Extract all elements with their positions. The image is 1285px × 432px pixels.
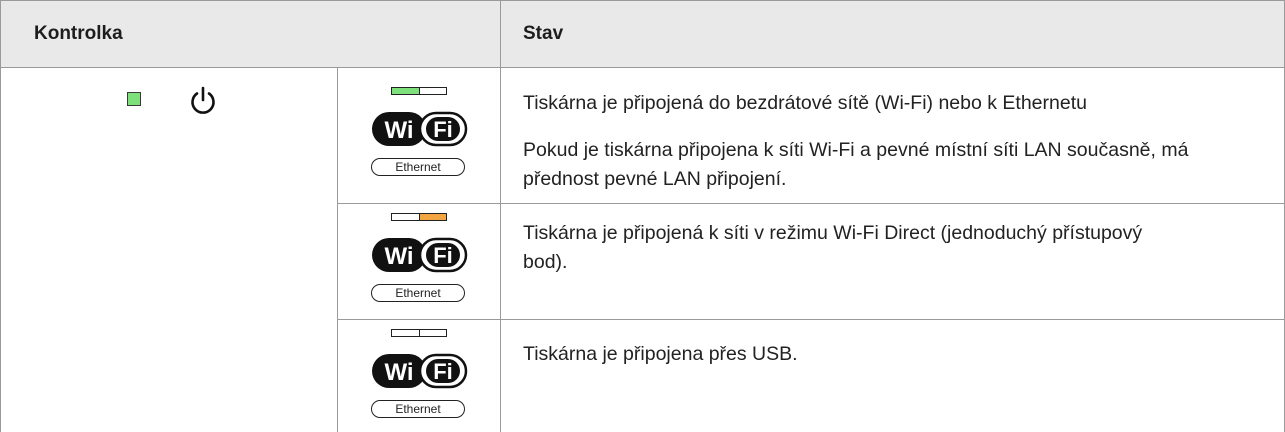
wifi-label-fi: Fi [433,117,453,142]
led-status-table: Kontrolka Stav Wi Fi Ethernet Tiskárna j… [0,0,1285,432]
status-text-row1-line2: Pokud je tiskárna připojena k síti Wi-Fi… [523,139,1189,161]
row-divider-2 [337,319,1285,320]
network-led-bar-row3 [391,329,447,337]
table-header [0,0,1285,67]
wifi-label-fi: Fi [433,359,453,384]
led-segment-left [392,330,419,336]
header-stav: Stav [523,23,564,44]
status-text-row1-line1: Tiskárna je připojená do bezdrátové sítě… [523,92,1087,114]
wifi-label-wi: Wi [384,359,413,386]
wifi-icon: Wi Fi [372,353,468,389]
ethernet-label: Ethernet [371,400,465,418]
header-kontrolka: Kontrolka [34,23,123,44]
led-segment-left [392,214,419,220]
network-led-bar-row1 [391,87,447,95]
network-led-bar-row2 [391,213,447,221]
table-border-top [0,0,1285,1]
status-text-row1-line3: přednost pevné LAN připojení. [523,168,787,190]
wifi-label-wi: Wi [384,117,413,144]
status-text-row2-line1: Tiskárna je připojená k síti v režimu Wi… [523,222,1143,244]
status-text-row3-line1: Tiskárna je připojena přes USB. [523,343,798,365]
row-divider-1 [337,203,1285,204]
led-segment-left [392,88,419,94]
wifi-icon: Wi Fi [372,237,468,273]
status-text-row2-line2: bod). [523,251,568,273]
led-segment-right [418,330,447,336]
header-divider [0,67,1285,68]
wifi-label-fi: Fi [433,243,453,268]
power-led-light [127,92,141,106]
wifi-label-wi: Wi [384,243,413,270]
wifi-icon: Wi Fi [372,111,468,147]
ethernet-label: Ethernet [371,284,465,302]
led-segment-right [418,88,447,94]
ethernet-label: Ethernet [371,158,465,176]
power-icon [191,86,215,114]
table-border-left [0,0,1,432]
column-divider-indicator [337,68,338,432]
led-segment-right [418,214,446,220]
column-divider-status [500,0,501,432]
